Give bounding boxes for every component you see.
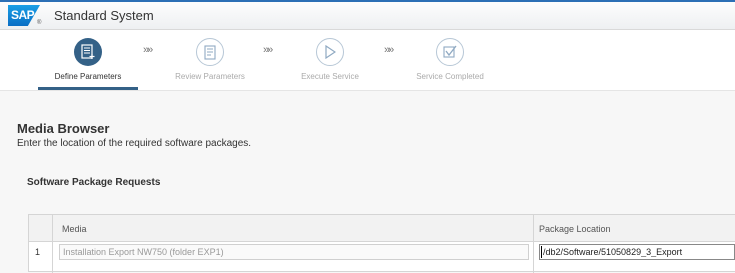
section-title: Software Package Requests (27, 177, 161, 188)
play-icon (316, 38, 344, 66)
step-review-parameters[interactable]: Review Parameters (150, 30, 270, 90)
text-cursor (541, 246, 542, 258)
shell-header: SAP ® Standard System (0, 0, 735, 30)
step-execute-service[interactable]: Execute Service (270, 30, 390, 90)
row-number: 1 (35, 247, 41, 257)
sap-logo[interactable]: SAP (8, 5, 40, 26)
form-icon (74, 38, 102, 66)
column-divider (533, 215, 534, 273)
step-label: Define Parameters (54, 72, 122, 81)
step-label: Review Parameters (175, 72, 245, 81)
table-header: Media Package Location (29, 215, 735, 242)
column-divider (52, 215, 53, 273)
step-service-completed[interactable]: Service Completed (390, 30, 510, 90)
page-description: Enter the location of the required softw… (17, 138, 252, 149)
step-define-parameters[interactable]: Define Parameters (28, 30, 148, 90)
column-header-package-location: Package Location (539, 224, 611, 234)
page-title: Media Browser (17, 121, 110, 136)
package-location-input[interactable] (539, 244, 735, 260)
active-step-indicator (38, 87, 138, 90)
app-title: Standard System (54, 8, 154, 23)
package-requests-table: Media Package Location 1 Installation Ex… (28, 214, 735, 273)
wizard-progress: Define Parameters »» Review Parameters »… (0, 30, 735, 91)
checkbox-icon (436, 38, 464, 66)
step-label: Execute Service (301, 72, 359, 81)
registered-mark: ® (37, 20, 42, 26)
column-header-media: Media (62, 224, 87, 234)
document-icon (196, 38, 224, 66)
media-field: Installation Export NW750 (folder EXP1) (59, 244, 529, 260)
step-label: Service Completed (416, 72, 484, 81)
